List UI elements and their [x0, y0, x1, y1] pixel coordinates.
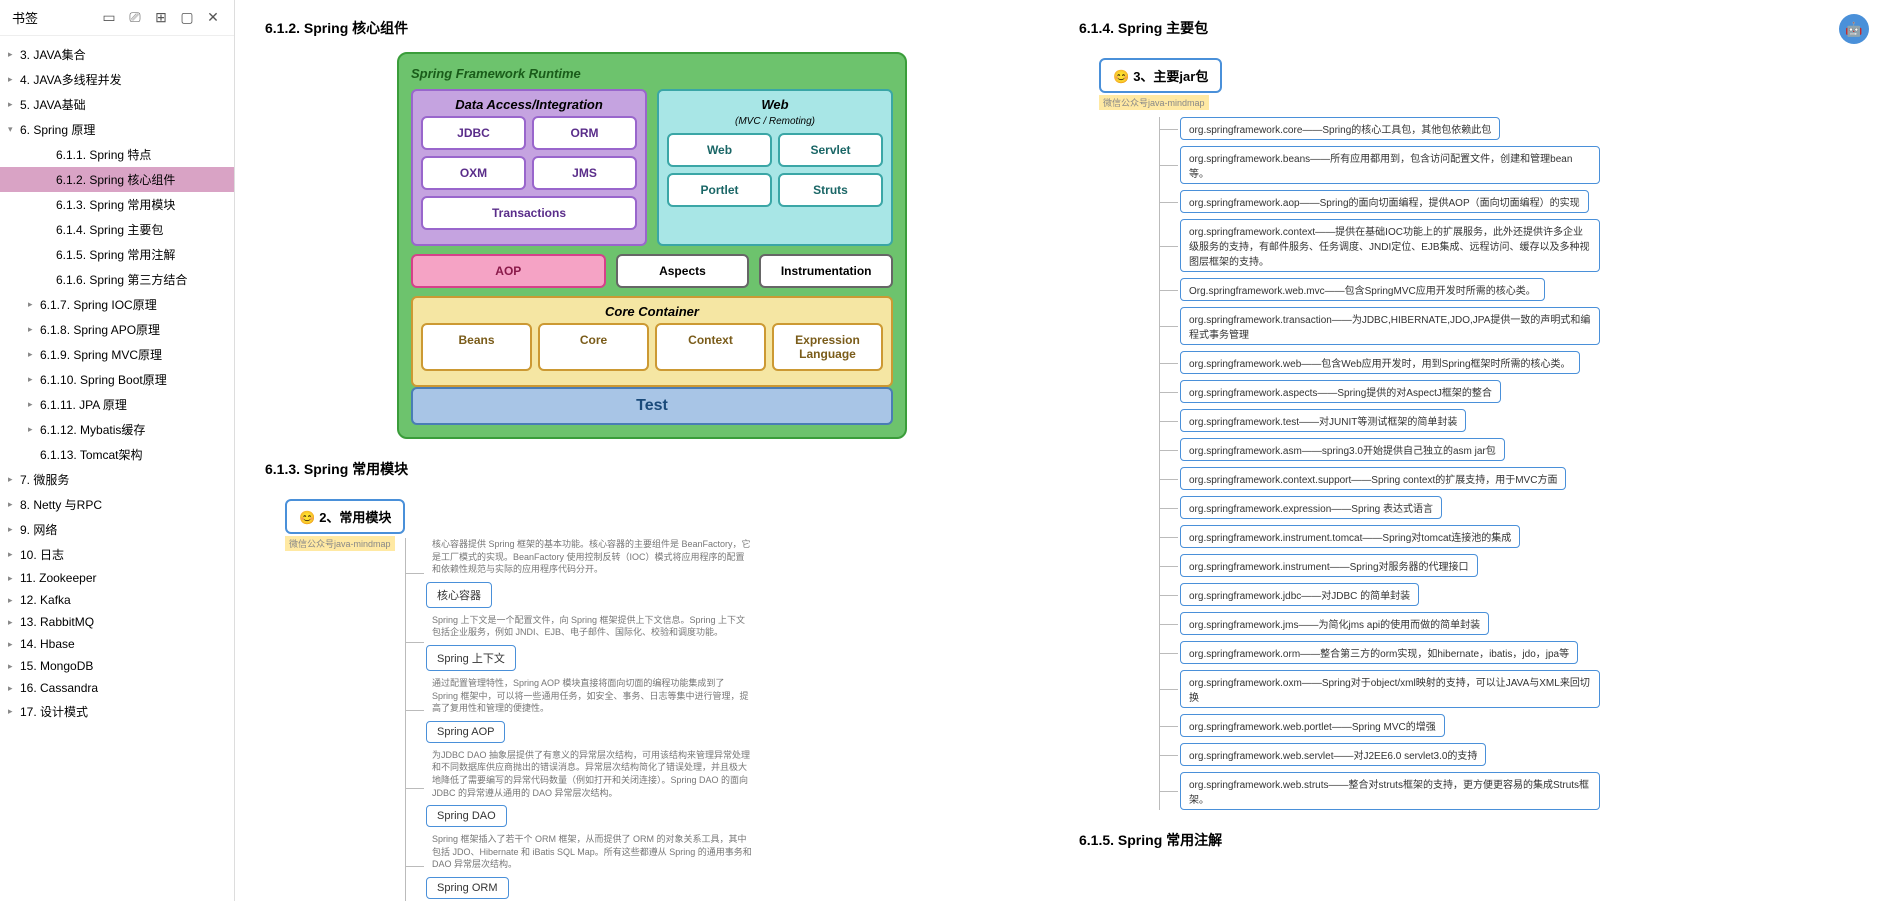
instrumentation-cell: Instrumentation — [759, 254, 893, 288]
tree-item[interactable]: ▸8. Netty 与RPC — [0, 492, 234, 517]
tree-item[interactable]: ▸3. JAVA集合 — [0, 42, 234, 67]
package-node: org.springframework.web.struts——整合对strut… — [1180, 772, 1853, 810]
tree-item[interactable]: ▸6.1.8. Spring APO原理 — [0, 317, 234, 342]
heading-612: 6.1.2. Spring 核心组件 — [265, 18, 1039, 38]
package-node: org.springframework.asm——spring3.0开始提供自己… — [1180, 438, 1853, 461]
package-node: org.springframework.orm——整合第三方的orm实现，如hi… — [1180, 641, 1853, 664]
tree-item[interactable]: ▸12. Kafka — [0, 589, 234, 611]
package-node: org.springframework.core——Spring的核心工具包，其… — [1180, 117, 1853, 140]
packages-root: 😊3、主要jar包 — [1099, 58, 1222, 93]
tree-item[interactable]: ▸17. 设计模式 — [0, 699, 234, 724]
tree-item[interactable]: 6.1.13. Tomcat架构 — [0, 442, 234, 467]
package-node: org.springframework.transaction——为JDBC,H… — [1180, 307, 1853, 345]
test-cell: Test — [411, 387, 893, 425]
module-node: Spring 框架插入了若干个 ORM 框架，从而提供了 ORM 的对象关系工具… — [426, 833, 1039, 899]
collapse-icon[interactable]: ⎚ — [126, 9, 144, 26]
tree-item[interactable]: 6.1.6. Spring 第三方结合 — [0, 267, 234, 292]
document-content: 6.1.2. Spring 核心组件 Spring Framework Runt… — [235, 0, 1883, 901]
package-node: org.springframework.aop——Spring的面向切面编程，提… — [1180, 190, 1853, 213]
tree-item[interactable]: ▸13. RabbitMQ — [0, 611, 234, 633]
tree-item[interactable]: ▸6.1.7. Spring IOC原理 — [0, 292, 234, 317]
tree-item[interactable]: ▾6. Spring 原理 — [0, 117, 234, 142]
module-node: 为JDBC DAO 抽象层提供了有意义的异常层次结构，可用该结构来管理异常处理和… — [426, 749, 1039, 827]
package-node: org.springframework.context.support——Spr… — [1180, 467, 1853, 490]
tree-item[interactable]: 6.1.4. Spring 主要包 — [0, 217, 234, 242]
outline-icon[interactable]: ▭ — [100, 9, 118, 26]
spring-runtime-diagram: Spring Framework Runtime Data Access/Int… — [397, 52, 907, 439]
runtime-title: Spring Framework Runtime — [411, 66, 893, 81]
data-access-group: Data Access/Integration JDBCORM OXMJMS T… — [411, 89, 647, 246]
package-node: org.springframework.web——包含Web应用开发时，用到Sp… — [1180, 351, 1853, 374]
module-node: Spring 上下文是一个配置文件，向 Spring 框架提供上下文信息。Spr… — [426, 614, 1039, 671]
heading-615: 6.1.5. Spring 常用注解 — [1079, 830, 1853, 850]
aspects-cell: Aspects — [616, 254, 750, 288]
package-node: org.springframework.aspects——Spring提供的对A… — [1180, 380, 1853, 403]
package-node: org.springframework.jdbc——对JDBC 的简单封装 — [1180, 583, 1853, 606]
tree-item[interactable]: ▸10. 日志 — [0, 542, 234, 567]
sidebar-title: 书签 — [12, 8, 92, 27]
tree-item[interactable]: 6.1.3. Spring 常用模块 — [0, 192, 234, 217]
module-node: 核心容器提供 Spring 框架的基本功能。核心容器的主要组件是 BeanFac… — [426, 538, 1039, 608]
module-node: 通过配置管理特性，Spring AOP 模块直接将面向切面的编程功能集成到了 S… — [426, 677, 1039, 743]
tree-item[interactable]: ▸6.1.9. Spring MVC原理 — [0, 342, 234, 367]
package-node: org.springframework.instrument.tomcat——S… — [1180, 525, 1853, 548]
tree-item[interactable]: ▸15. MongoDB — [0, 655, 234, 677]
web-group: Web (MVC / Remoting) WebServlet PortletS… — [657, 89, 893, 246]
tree-item[interactable]: ▸16. Cassandra — [0, 677, 234, 699]
bookmark-icon[interactable]: ▢ — [178, 9, 196, 26]
bookmarks-sidebar: 书签 ▭ ⎚ ⊞ ▢ ✕ ▸3. JAVA集合▸4. JAVA多线程并发▸5. … — [0, 0, 235, 901]
tree-item[interactable]: ▸6.1.10. Spring Boot原理 — [0, 367, 234, 392]
package-node: org.springframework.jms——为简化jms api的使用而做… — [1180, 612, 1853, 635]
package-node: org.springframework.oxm——Spring对于object/… — [1180, 670, 1853, 708]
tree-item[interactable]: ▸6.1.12. Mybatis缓存 — [0, 417, 234, 442]
tree-item[interactable]: ▸11. Zookeeper — [0, 567, 234, 589]
tree-item[interactable]: ▸6.1.11. JPA 原理 — [0, 392, 234, 417]
aop-cell: AOP — [411, 254, 606, 288]
expand-icon[interactable]: ⊞ — [152, 9, 170, 26]
tree-item[interactable]: 6.1.2. Spring 核心组件 — [0, 167, 234, 192]
package-node: Org.springframework.web.mvc——包含SpringMVC… — [1180, 278, 1853, 301]
bookmark-tree[interactable]: ▸3. JAVA集合▸4. JAVA多线程并发▸5. JAVA基础▾6. Spr… — [0, 36, 234, 901]
package-node: org.springframework.context——提供在基础IOC功能上… — [1180, 219, 1853, 272]
assistant-fab[interactable]: 🤖 — [1839, 14, 1869, 44]
package-node: org.springframework.beans——所有应用都用到，包含访问配… — [1180, 146, 1853, 184]
close-icon[interactable]: ✕ — [204, 9, 222, 26]
tree-item[interactable]: ▸14. Hbase — [0, 633, 234, 655]
tree-item[interactable]: 6.1.5. Spring 常用注解 — [0, 242, 234, 267]
tree-item[interactable]: ▸9. 网络 — [0, 517, 234, 542]
heading-614: 6.1.4. Spring 主要包 — [1079, 18, 1853, 38]
modules-mindmap: 😊2、常用模块 微信公众号java-mindmap 核心容器提供 Spring … — [265, 499, 1039, 901]
package-node: org.springframework.web.servlet——对J2EE6.… — [1180, 743, 1853, 766]
modules-root: 😊2、常用模块 — [285, 499, 405, 534]
packages-mindmap: 😊3、主要jar包 微信公众号java-mindmap org.springfr… — [1079, 58, 1853, 810]
package-node: org.springframework.expression——Spring 表… — [1180, 496, 1853, 519]
tree-item[interactable]: ▸7. 微服务 — [0, 467, 234, 492]
core-container-group: Core Container Beans Core Context Expres… — [411, 296, 893, 387]
package-node: org.springframework.test——对JUNIT等测试框架的简单… — [1180, 409, 1853, 432]
heading-613: 6.1.3. Spring 常用模块 — [265, 459, 1039, 479]
tree-item[interactable]: ▸5. JAVA基础 — [0, 92, 234, 117]
tree-item[interactable]: 6.1.1. Spring 特点 — [0, 142, 234, 167]
package-node: org.springframework.instrument——Spring对服… — [1180, 554, 1853, 577]
sidebar-header: 书签 ▭ ⎚ ⊞ ▢ ✕ — [0, 0, 234, 36]
tree-item[interactable]: ▸4. JAVA多线程并发 — [0, 67, 234, 92]
package-node: org.springframework.web.portlet——Spring … — [1180, 714, 1853, 737]
